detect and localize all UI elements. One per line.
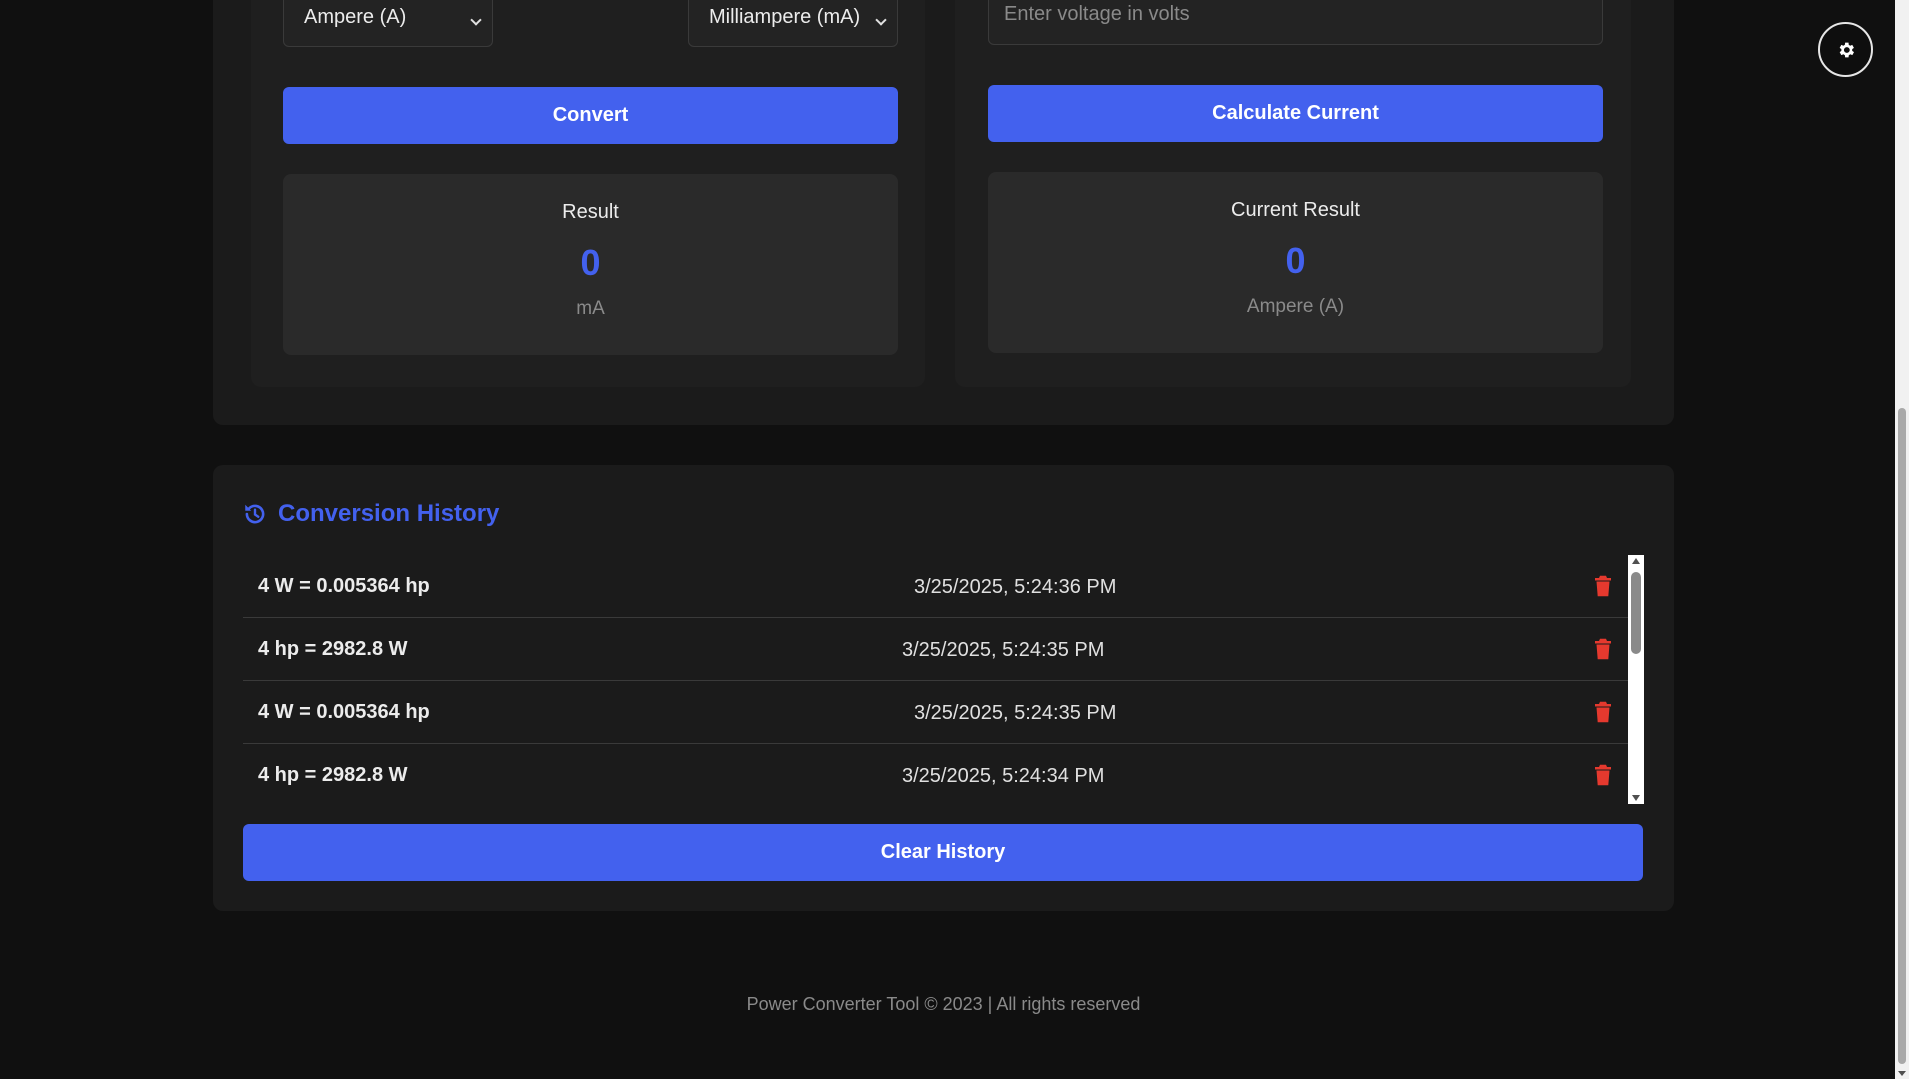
history-scrollbar-thumb[interactable] [1631, 572, 1641, 654]
history-expression: 4 hp = 2982.8 W [258, 638, 408, 660]
scroll-down-arrow-icon[interactable] [1632, 795, 1640, 801]
clear-history-button[interactable]: Clear History [243, 824, 1643, 881]
history-row: 4 hp = 2982.8 W 3/25/2025, 5:24:35 PM [243, 618, 1628, 681]
gear-icon [1839, 42, 1854, 57]
to-unit-select[interactable]: Milliampere (mA) [688, 0, 898, 47]
history-timestamp: 3/25/2025, 5:24:35 PM [914, 702, 1117, 724]
convert-button[interactable]: Convert [283, 87, 898, 144]
history-list[interactable]: 4 W = 0.005364 hp 3/25/2025, 5:24:36 PM … [243, 555, 1628, 804]
result-unit: mA [576, 298, 605, 319]
voltage-placeholder: Enter voltage in volts [1004, 3, 1190, 25]
result-value: 0 [580, 242, 601, 283]
history-icon [245, 504, 265, 524]
calculate-current-button[interactable]: Calculate Current [988, 85, 1603, 142]
history-expression: 4 hp = 2982.8 W [258, 764, 408, 786]
scroll-up-arrow-icon[interactable] [1632, 558, 1640, 564]
history-row: 4 W = 0.005364 hp 3/25/2025, 5:24:36 PM [243, 555, 1628, 618]
history-expression: 4 W = 0.005364 hp [258, 575, 430, 597]
footer-text: Power Converter Tool © 2023 | All rights… [746, 994, 1141, 1014]
history-timestamp: 3/25/2025, 5:24:36 PM [914, 576, 1117, 598]
to-unit-value: Milliampere (mA) [709, 6, 861, 28]
chevron-down-icon [470, 14, 482, 26]
result-title: Result [562, 201, 619, 223]
history-timestamp: 3/25/2025, 5:24:34 PM [902, 765, 1105, 787]
history-title: Conversion History [278, 500, 500, 527]
from-unit-value: Ampere (A) [304, 6, 407, 28]
conversion-result-box: Result 0 mA [283, 174, 898, 355]
trash-icon[interactable] [1594, 575, 1612, 597]
from-unit-select[interactable]: Ampere (A) [283, 0, 493, 47]
page-scrollbar-thumb[interactable] [1898, 408, 1906, 1064]
history-expression: 4 W = 0.005364 hp [258, 701, 430, 723]
voltage-input[interactable]: Enter voltage in volts [988, 0, 1603, 45]
trash-icon[interactable] [1594, 638, 1612, 660]
history-row: 4 W = 0.005364 hp 3/25/2025, 5:24:35 PM [243, 681, 1628, 744]
current-result-value: 0 [1285, 240, 1306, 281]
chevron-down-icon [875, 14, 887, 26]
trash-icon[interactable] [1594, 764, 1612, 786]
history-header: Conversion History [242, 500, 499, 528]
page-scrollbar[interactable] [1895, 0, 1909, 1079]
history-timestamp: 3/25/2025, 5:24:35 PM [902, 639, 1105, 661]
current-result-unit: Ampere (A) [1246, 296, 1345, 317]
current-result-box: Current Result 0 Ampere (A) [988, 172, 1603, 353]
scroll-down-arrow-icon[interactable] [1898, 1071, 1906, 1076]
settings-button[interactable] [1818, 22, 1873, 77]
trash-icon[interactable] [1594, 701, 1612, 723]
history-row: 4 hp = 2982.8 W 3/25/2025, 5:24:34 PM [243, 744, 1628, 804]
current-result-title: Current Result [1231, 199, 1360, 221]
history-scrollbar[interactable] [1628, 555, 1644, 804]
